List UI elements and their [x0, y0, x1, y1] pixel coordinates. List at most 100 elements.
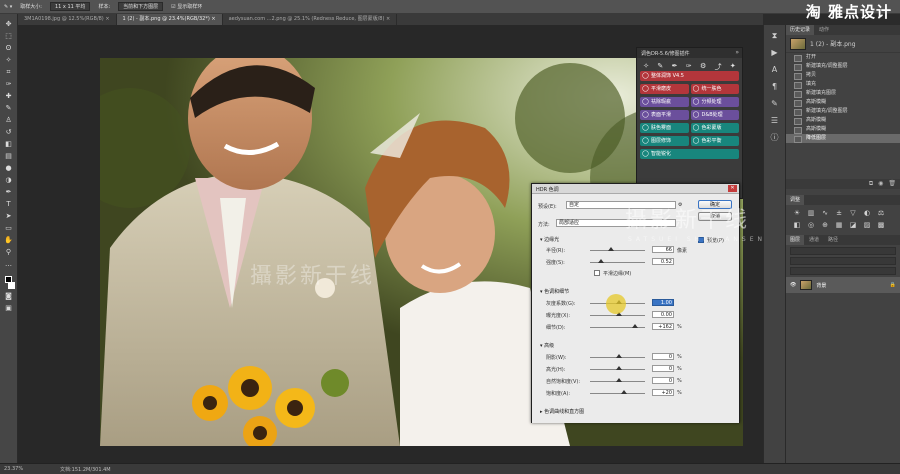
- pen-icon[interactable]: ✒: [672, 62, 678, 70]
- history-item[interactable]: 新建填充图层: [786, 89, 900, 98]
- actions-panel-icon[interactable]: ▶: [770, 48, 780, 57]
- zoom-level[interactable]: 23.37%: [4, 466, 23, 472]
- eraser-icon[interactable]: ◧: [4, 140, 14, 149]
- plugin-button-overall-retouch[interactable]: 整体润饰 V4.5: [640, 71, 739, 81]
- highlight-input[interactable]: 0: [652, 365, 674, 372]
- levels-icon[interactable]: ▥: [806, 209, 816, 217]
- close-icon[interactable]: ✕: [728, 185, 737, 192]
- plugin-panel-header[interactable]: 调色DR-5.6/修图插件 »: [637, 48, 742, 58]
- section-tone-detail[interactable]: 色调和细节: [540, 288, 569, 295]
- posterize-icon[interactable]: ▨: [862, 221, 872, 229]
- gear-icon[interactable]: ⚙: [700, 62, 706, 70]
- tab-adjustments[interactable]: 调整: [786, 195, 805, 205]
- eyedropper-icon[interactable]: ✑: [4, 80, 14, 89]
- sample-size-select[interactable]: 11 x 11 平均: [49, 2, 91, 11]
- brush-settings-icon[interactable]: ✎: [770, 99, 780, 108]
- layer-filter-row[interactable]: [790, 247, 896, 255]
- plugin-button-color-mask[interactable]: 色彩蒙版: [690, 123, 739, 133]
- tab-history[interactable]: 历史记录: [786, 25, 815, 35]
- plugin-button-smart-sharpen[interactable]: 智能锐化: [640, 149, 739, 159]
- strength-slider-knob[interactable]: [598, 259, 604, 263]
- highlight-slider-knob[interactable]: [616, 366, 622, 370]
- radius-slider[interactable]: [590, 247, 645, 251]
- plugin-button-color-balance[interactable]: 色彩平衡: [690, 136, 739, 146]
- saturation-slider[interactable]: [590, 390, 645, 394]
- radius-slider-knob[interactable]: [608, 247, 614, 251]
- vibrance-icon[interactable]: ▽: [848, 209, 858, 217]
- history-item[interactable]: 新建填充/调整图层: [786, 107, 900, 116]
- photo-filter-icon[interactable]: ◎: [806, 221, 816, 229]
- shadow-slider-knob[interactable]: [616, 354, 622, 358]
- healing-icon[interactable]: ✚: [4, 92, 14, 101]
- history-item[interactable]: 新建填充/调整图层: [786, 62, 900, 71]
- history-item-current[interactable]: 降低图层: [786, 134, 900, 143]
- history-item[interactable]: 高斯模糊: [786, 98, 900, 107]
- brush-icon[interactable]: ✎: [4, 104, 14, 113]
- lock-row[interactable]: [790, 267, 896, 275]
- layer-row-background[interactable]: 👁 背景 🔒: [786, 277, 900, 293]
- plugin-button-remove-blemish[interactable]: 祛除瑕疵: [640, 97, 689, 107]
- exposure-input[interactable]: 0.00: [652, 311, 674, 318]
- star-icon[interactable]: ✦: [730, 62, 736, 70]
- vibrance-slider[interactable]: [590, 378, 645, 382]
- balance-icon[interactable]: ⚖: [876, 209, 886, 217]
- strength-slider[interactable]: [590, 259, 645, 263]
- eyedropper-tool-icon[interactable]: ✎ ▾: [4, 4, 12, 10]
- sample-from-select[interactable]: 当前和下方图层: [118, 2, 164, 11]
- brush-icon[interactable]: ✎: [657, 62, 663, 70]
- tab-document-2[interactable]: 1 (2) - 副本.png @ 23.4%(RGB/32*) ×: [116, 14, 223, 25]
- plugin-button-unify-tone[interactable]: 统一肤色: [690, 84, 739, 94]
- section-toning-curve[interactable]: 色调曲线和直方图: [540, 408, 584, 415]
- exposure-slider[interactable]: [590, 312, 645, 316]
- history-item[interactable]: 高斯模糊: [786, 125, 900, 134]
- paragraph-panel-icon[interactable]: ¶: [770, 82, 780, 91]
- history-panel-icon[interactable]: ⧗: [770, 31, 780, 40]
- highlight-slider[interactable]: [590, 366, 645, 370]
- dodge-icon[interactable]: ◑: [4, 176, 14, 185]
- vibrance-slider-knob[interactable]: [616, 378, 622, 382]
- eyedropper-icon[interactable]: ✑: [686, 62, 692, 70]
- detail-slider[interactable]: [590, 324, 645, 328]
- gradient-icon[interactable]: ▤: [4, 152, 14, 161]
- stamp-icon[interactable]: ♙: [4, 116, 14, 125]
- plugin-button-layer-retouch[interactable]: 图层修饰: [640, 136, 689, 146]
- history-snapshot[interactable]: 1 (2) - 副本.png: [786, 35, 900, 53]
- detail-slider-knob[interactable]: [632, 324, 638, 328]
- type-icon[interactable]: T: [4, 200, 14, 209]
- blend-mode-row[interactable]: [790, 257, 896, 265]
- strength-input[interactable]: 0.52: [652, 258, 674, 265]
- history-item[interactable]: 高斯模糊: [786, 116, 900, 125]
- saturation-input[interactable]: +20: [652, 389, 674, 396]
- marquee-icon[interactable]: ⬚: [4, 32, 14, 41]
- tab-channels[interactable]: 通道: [805, 235, 824, 245]
- properties-panel-icon[interactable]: ☰: [770, 116, 780, 125]
- section-edge-glow[interactable]: 边缘光: [540, 236, 559, 243]
- hue-icon[interactable]: ◐: [862, 209, 872, 217]
- tab-paths[interactable]: 路径: [824, 235, 843, 245]
- tab-document-1[interactable]: 3M1A0198.jpg @ 12.5%(RGB/8) ×: [18, 14, 117, 25]
- channel-mixer-icon[interactable]: ⊕: [820, 221, 830, 229]
- shadow-slider[interactable]: [590, 354, 645, 358]
- smooth-edges-checkbox[interactable]: [594, 270, 600, 276]
- screen-mode-icon[interactable]: ▣: [4, 304, 14, 313]
- tab-actions[interactable]: 动作: [815, 25, 834, 35]
- camera-icon[interactable]: ◉: [878, 179, 883, 189]
- blur-icon[interactable]: ●: [4, 164, 14, 173]
- history-brush-icon[interactable]: ↺: [4, 128, 14, 137]
- curves-icon[interactable]: ∿: [820, 209, 830, 217]
- character-panel-icon[interactable]: A: [770, 65, 780, 74]
- show-ring-checkbox[interactable]: ☑ 显示取样环: [171, 3, 202, 10]
- shape-icon[interactable]: ▭: [4, 224, 14, 233]
- zoom-icon[interactable]: ⚲: [4, 248, 14, 257]
- tab-layers[interactable]: 图层: [786, 235, 805, 245]
- radius-input[interactable]: 66: [652, 246, 674, 253]
- plugin-button-dodge-burn[interactable]: D&B处理: [690, 110, 739, 120]
- invert-icon[interactable]: ◪: [848, 221, 858, 229]
- new-document-icon[interactable]: ⧉: [869, 179, 873, 189]
- history-item[interactable]: 填充: [786, 80, 900, 89]
- threshold-icon[interactable]: ▩: [876, 221, 886, 229]
- detail-input[interactable]: +162: [652, 323, 674, 330]
- trash-icon[interactable]: 🗑: [888, 179, 896, 189]
- dialog-titlebar[interactable]: HDR 色调 ✕: [532, 184, 739, 194]
- info-panel-icon[interactable]: ⓘ: [770, 133, 780, 142]
